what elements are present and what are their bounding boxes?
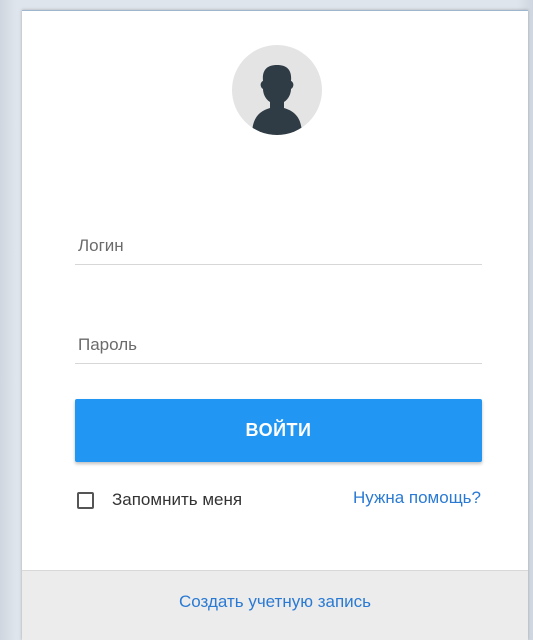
password-input[interactable] [78, 335, 478, 355]
page-background: ВОЙТИ Запомнить меня Нужна помощь? Созда… [0, 0, 533, 640]
login-button[interactable]: ВОЙТИ [75, 399, 482, 462]
login-field[interactable] [75, 218, 482, 265]
remember-label[interactable]: Запомнить меня [112, 490, 242, 510]
password-field[interactable] [75, 317, 482, 364]
login-card: ВОЙТИ Запомнить меня Нужна помощь? Созда… [22, 10, 528, 640]
user-avatar-icon [232, 45, 322, 135]
remember-me[interactable]: Запомнить меня [77, 488, 242, 512]
card-top-border [22, 10, 528, 11]
remember-checkbox[interactable] [77, 491, 94, 509]
create-account-link[interactable]: Создать учетную запись [179, 592, 371, 612]
card-footer: Создать учетную запись [22, 570, 528, 640]
help-link[interactable]: Нужна помощь? [353, 488, 481, 508]
login-input[interactable] [78, 236, 478, 256]
